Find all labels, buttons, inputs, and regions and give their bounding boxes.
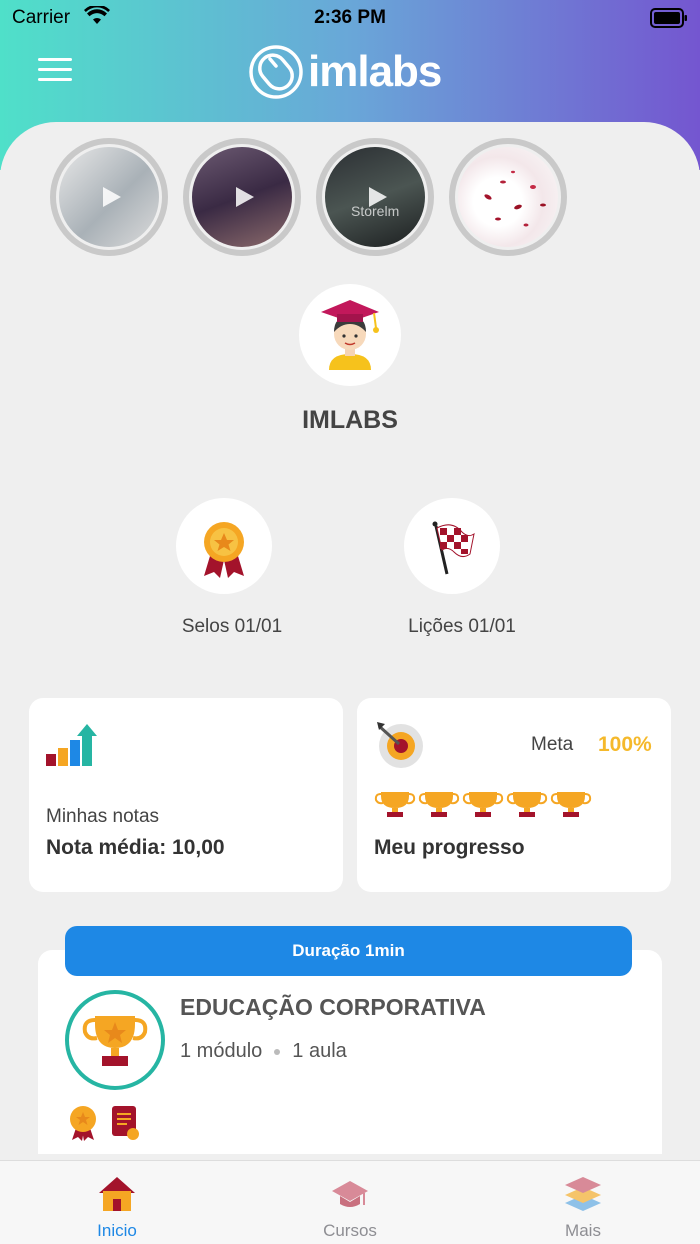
medal-icon bbox=[70, 1106, 96, 1141]
tab-cursos[interactable]: Cursos bbox=[270, 1161, 430, 1244]
avatar[interactable] bbox=[299, 284, 401, 386]
petals-image bbox=[484, 170, 546, 227]
grades-subtitle: Minhas notas bbox=[46, 806, 160, 827]
bar-chart-icon bbox=[46, 724, 97, 766]
course-modules: 1 módulo bbox=[180, 1040, 263, 1062]
tab-label: Cursos bbox=[323, 1221, 377, 1240]
checkered-flag-icon bbox=[432, 521, 475, 575]
app-logo: imlabs bbox=[248, 42, 442, 102]
trophy-icon bbox=[418, 792, 460, 817]
layers-icon bbox=[565, 1177, 601, 1211]
certificate-icon bbox=[112, 1106, 139, 1140]
target-icon bbox=[377, 722, 423, 768]
trophy-icon bbox=[462, 792, 504, 817]
seals-label: Selos 01/01 bbox=[181, 616, 283, 637]
logo-text: imlabs bbox=[308, 47, 442, 96]
clock: 2:36 PM bbox=[314, 7, 386, 28]
trophy-icon bbox=[374, 792, 416, 817]
goal-value: 100% bbox=[598, 733, 652, 756]
tab-label: Mais bbox=[565, 1221, 601, 1240]
course-thumbnail bbox=[65, 990, 165, 1090]
tab-mais[interactable]: Mais bbox=[503, 1161, 663, 1244]
lessons-label: Lições 01/01 bbox=[408, 616, 516, 637]
progress-card[interactable]: Meta 100% Meu progresso bbox=[357, 698, 671, 892]
logo-mouse-icon bbox=[249, 45, 303, 99]
trophy-icon bbox=[506, 792, 548, 817]
progress-title: Meu progresso bbox=[374, 836, 525, 859]
grades-card[interactable]: Minhas notas Nota média: 10,00 bbox=[29, 698, 343, 892]
play-icon bbox=[369, 187, 387, 207]
course-lessons: 1 aula bbox=[292, 1040, 347, 1062]
duration-button[interactable]: Duração 1min bbox=[65, 926, 632, 976]
medal-icon bbox=[204, 522, 244, 578]
graduation-cap-icon bbox=[332, 1181, 368, 1207]
separator-dot bbox=[274, 1048, 281, 1055]
trophy-row bbox=[373, 788, 593, 818]
tab-label: Inicio bbox=[97, 1221, 137, 1240]
graduate-avatar-icon bbox=[321, 300, 379, 370]
story-item[interactable]: Storelm bbox=[316, 138, 434, 256]
tab-inicio[interactable]: Inicio bbox=[37, 1161, 197, 1244]
play-icon bbox=[103, 187, 121, 207]
stories-row: Storelm bbox=[50, 138, 582, 256]
home-icon bbox=[99, 1177, 135, 1211]
trophy-icon bbox=[82, 1016, 148, 1066]
lessons-button[interactable] bbox=[404, 498, 500, 594]
user-name: IMLABS bbox=[302, 406, 398, 434]
status-bar: Carrier 2:36 PM bbox=[0, 0, 700, 36]
seals-button[interactable] bbox=[176, 498, 272, 594]
story-item[interactable] bbox=[183, 138, 301, 256]
story-item[interactable] bbox=[50, 138, 168, 256]
course-title: EDUCAÇÃO CORPORATIVA bbox=[180, 994, 486, 1020]
battery-icon bbox=[650, 8, 687, 28]
goal-label: Meta bbox=[531, 734, 574, 755]
story-item[interactable] bbox=[449, 138, 567, 256]
menu-icon[interactable] bbox=[38, 58, 72, 82]
grades-average: Nota média: 10,00 bbox=[46, 836, 225, 859]
play-icon bbox=[236, 187, 254, 207]
course-meta: 1 módulo 1 aula bbox=[180, 1040, 347, 1063]
trophy-icon bbox=[550, 792, 592, 817]
tab-bar: Inicio Cursos Mais bbox=[0, 1160, 700, 1244]
